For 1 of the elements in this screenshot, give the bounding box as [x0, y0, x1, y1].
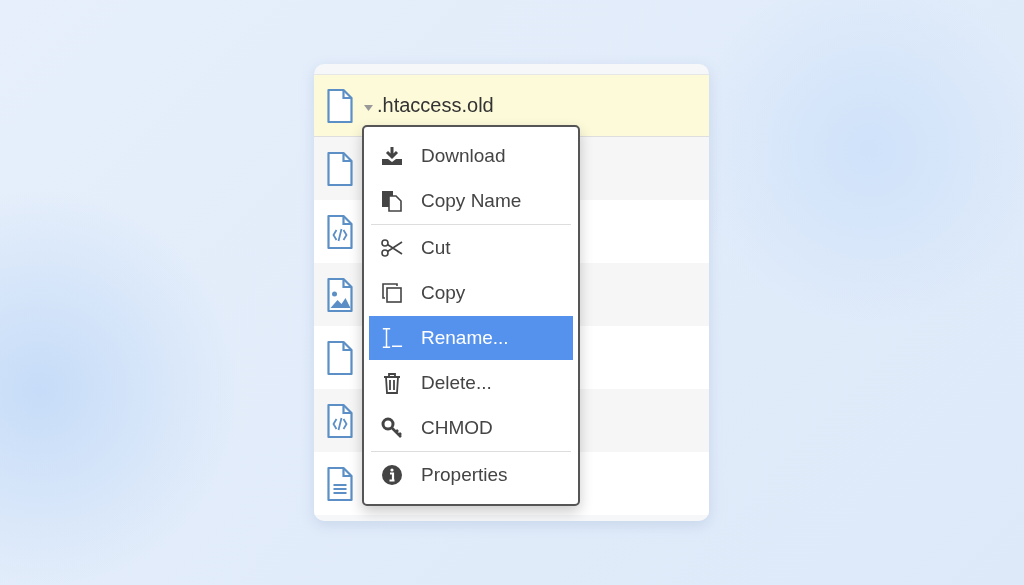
file-name: .htaccess.old — [377, 94, 494, 117]
